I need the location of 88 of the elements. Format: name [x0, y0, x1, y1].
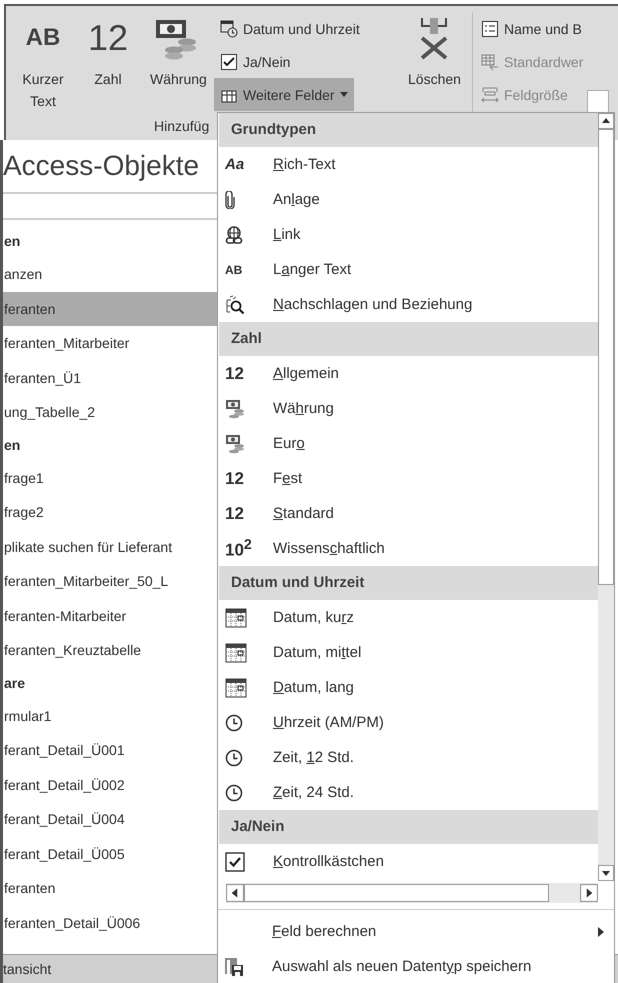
menu-item[interactable]: 10$^{2}$ Wissenschaftlich — [219, 531, 598, 566]
menu-item[interactable]: Datum, kurz — [219, 600, 598, 635]
magnifier-icon — [225, 294, 245, 314]
group-header[interactable]: en — [3, 226, 217, 257]
globe-link-icon — [225, 226, 243, 244]
list-item[interactable]: ung_Tabelle_2 — [3, 395, 217, 430]
ribbon-button[interactable]: Name und B — [481, 12, 584, 45]
list-item[interactable]: frage1 — [3, 460, 217, 495]
submenu-arrow-icon — [598, 926, 604, 936]
section-header: Ja/Nein — [219, 810, 598, 844]
menu-item[interactable]: Feld berechnen — [218, 914, 614, 949]
menu-item[interactable]: Zeit, 12 Std. — [219, 740, 598, 775]
ribbon-button[interactable]: Weitere Felder — [214, 78, 354, 111]
ribbon-button[interactable]: Datum und Uhrzeit — [214, 12, 366, 45]
menu-item[interactable]: Uhrzeit (AM/PM) — [219, 705, 598, 740]
calendar-icon — [225, 642, 247, 662]
number-icon: 12 — [225, 364, 244, 384]
list-item[interactable]: feranten_Detail_Ü006 — [3, 906, 217, 940]
calendar-icon — [225, 678, 247, 698]
scroll-up-icon[interactable] — [598, 113, 614, 129]
list-item[interactable]: feranten_Mitarbeiter_50_L — [3, 564, 217, 598]
list-item[interactable]: feranten — [3, 871, 217, 906]
list-item[interactable]: ferant_Detail_Ü002 — [3, 768, 217, 802]
scroll-down-icon[interactable] — [598, 865, 614, 881]
calendar-icon — [225, 608, 247, 628]
scroll-left-icon[interactable] — [226, 884, 244, 902]
ribbon-button[interactable]: Ja/Nein — [214, 45, 296, 78]
money-icon — [225, 398, 245, 418]
menu-item[interactable]: Datum, mittel — [219, 635, 598, 670]
text-icon: AB — [225, 262, 242, 276]
section-header: Datum und Uhrzeit — [219, 566, 598, 600]
menu-item[interactable]: 12 Standard — [219, 496, 598, 531]
menu-item[interactable]: Nachschlagen und Beziehung — [219, 287, 598, 322]
list-item[interactable]: rmular1 — [3, 698, 217, 733]
scrollbar-thumb[interactable] — [598, 129, 614, 585]
ribbon-button[interactable]: 12 Zahl — [76, 12, 140, 94]
list-item[interactable]: frage2 — [3, 495, 217, 530]
list-item[interactable]: anzen — [3, 257, 217, 292]
delete-button[interactable]: Löschen — [402, 12, 466, 94]
ribbon-button[interactable]: AB Kurzer Text — [14, 12, 72, 116]
scroll-right-icon[interactable] — [580, 884, 598, 902]
menu-item[interactable]: Euro — [219, 426, 598, 461]
section-header: Zahl — [219, 322, 598, 356]
calendar-clock-icon — [220, 20, 238, 38]
text-icon: Aa — [225, 156, 244, 173]
clock-icon — [225, 784, 243, 802]
group-label: Hinzufüg — [154, 117, 210, 136]
scrollbar-thumb[interactable] — [244, 884, 549, 902]
menu-item[interactable]: Link — [219, 217, 598, 252]
section-header: Grundtypen — [219, 113, 598, 147]
list-item[interactable]: feranten — [3, 292, 217, 326]
checkbox-icon — [220, 52, 238, 70]
caret-icon — [340, 92, 348, 97]
menu-item[interactable]: 12 Allgemein — [219, 356, 598, 391]
list-item[interactable]: ferant_Detail_Ü005 — [3, 836, 217, 871]
list-item[interactable]: plikate suchen für Lieferant — [3, 530, 217, 564]
table-arrow-icon — [481, 52, 499, 70]
menu-item[interactable]: Aa Rich-Text — [219, 147, 598, 182]
menu-item[interactable]: Datum, lang — [219, 670, 598, 705]
menu-item[interactable]: Anlage — [219, 182, 598, 217]
input-field[interactable] — [587, 90, 610, 114]
list-item[interactable]: feranten_Ü1 — [3, 360, 217, 395]
menu-item[interactable]: Zeit, 24 Std. — [219, 775, 598, 810]
menu-item[interactable]: Kontrollkästchen — [219, 844, 598, 879]
clock-icon — [225, 714, 243, 732]
menu-item[interactable]: Währung — [219, 391, 598, 426]
menu-item[interactable]: AB Langer Text — [219, 252, 598, 287]
number-icon: 12 — [225, 504, 244, 524]
list-item[interactable]: feranten_Mitarbeiter — [3, 326, 217, 360]
list-item[interactable]: feranten_Kreuztabelle — [3, 633, 217, 668]
ribbon-button[interactable]: Währung — [144, 12, 208, 94]
checkbox-icon — [225, 852, 245, 872]
vertical-scrollbar[interactable] — [598, 113, 614, 881]
number-icon: 12 — [225, 468, 244, 488]
horizontal-scrollbar[interactable] — [226, 883, 598, 903]
save-table-icon — [224, 956, 244, 976]
group-header[interactable]: are — [3, 668, 217, 698]
paperclip-icon — [225, 190, 235, 208]
list-item[interactable]: ferant_Detail_Ü001 — [3, 733, 217, 768]
resize-icon — [481, 86, 499, 104]
exponent-icon: 10$^{2}$ — [225, 536, 252, 560]
money-icon — [225, 434, 245, 454]
list-item[interactable]: ferant_Detail_Ü004 — [3, 802, 217, 836]
group-header[interactable]: en — [3, 430, 217, 460]
clock-icon — [225, 748, 243, 766]
form-icon — [481, 20, 499, 38]
menu-item[interactable]: 12 Fest — [219, 461, 598, 496]
list-item[interactable]: feranten-Mitarbeiter — [3, 598, 217, 633]
